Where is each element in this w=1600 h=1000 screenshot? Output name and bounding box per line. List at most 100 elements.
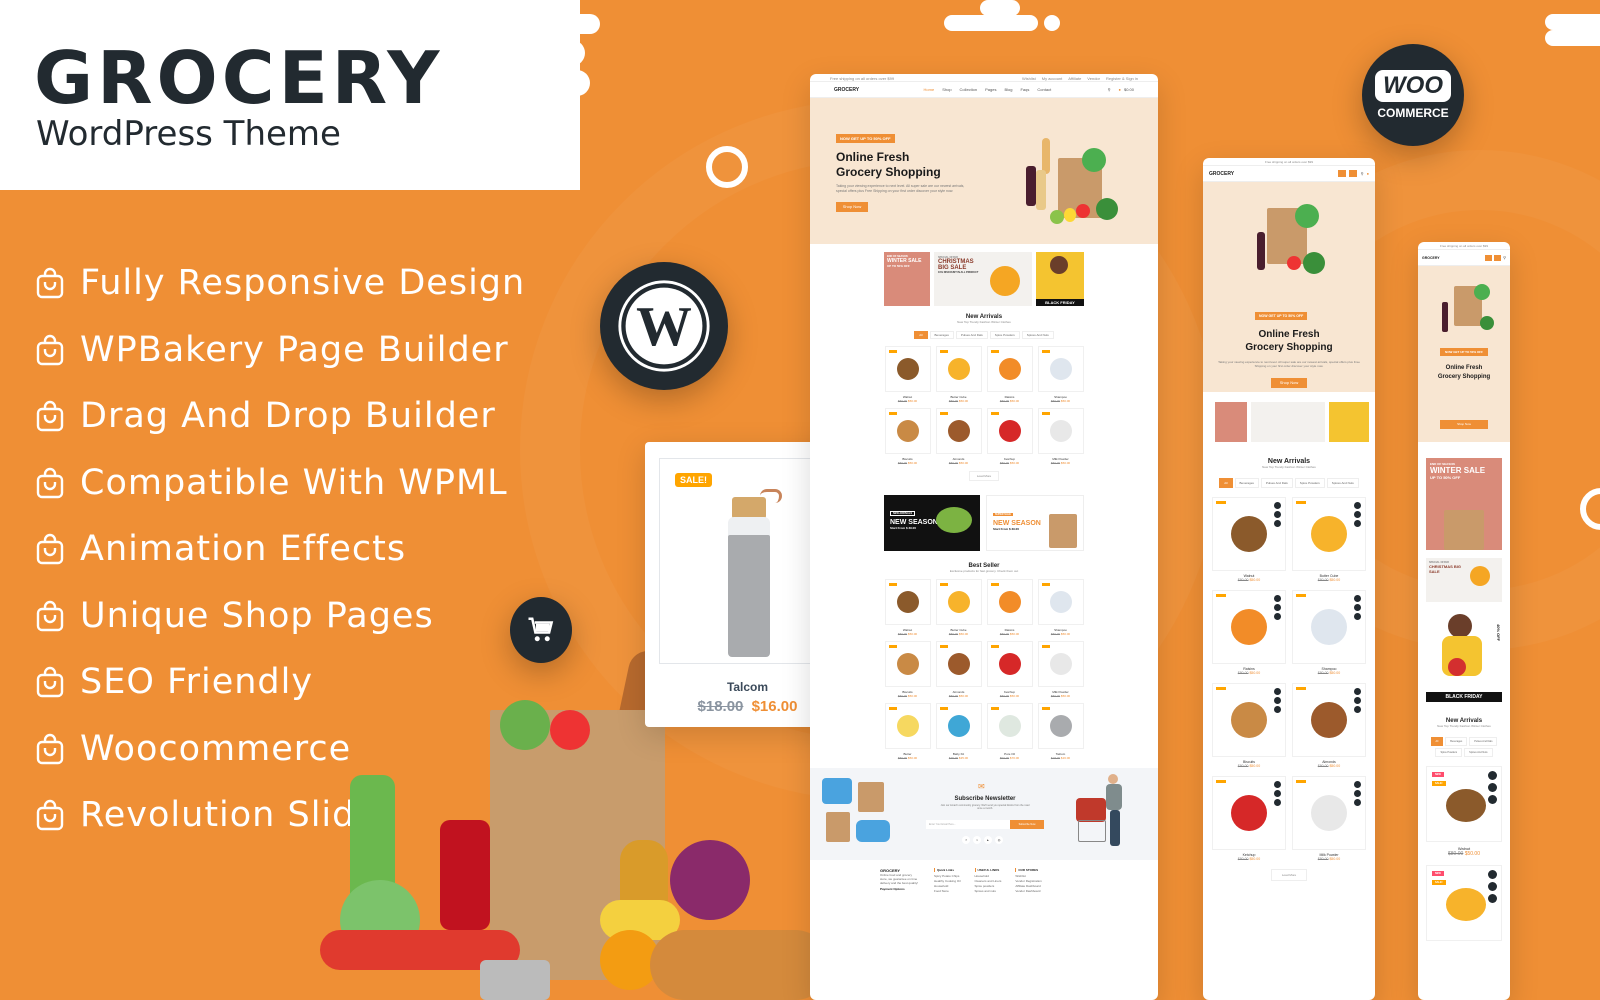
search-icon[interactable]: ⚲ bbox=[1108, 87, 1111, 92]
product-thumbnail[interactable] bbox=[884, 346, 931, 392]
wishlist-icon[interactable] bbox=[1274, 604, 1281, 611]
add-to-cart-icon[interactable] bbox=[1488, 771, 1497, 780]
product-item[interactable]: Butter $80.00 $50.00 bbox=[884, 703, 931, 760]
product-thumbnail[interactable] bbox=[986, 346, 1033, 392]
footer-link[interactable]: Household bbox=[975, 874, 1002, 878]
product-item[interactable]: Talcom $18.00 $16.00 bbox=[1037, 703, 1084, 760]
subscribe-button[interactable]: Subscribe Now bbox=[1010, 820, 1044, 829]
product-thumbnail[interactable] bbox=[935, 579, 982, 625]
site-logo[interactable]: GROCERY bbox=[834, 87, 859, 93]
nav-link[interactable]: Blog bbox=[1004, 87, 1012, 92]
product-item[interactable]: Biscuits $80.00 $50.00 bbox=[1212, 683, 1286, 768]
quick-view-icon[interactable] bbox=[1354, 520, 1361, 527]
christmas-sale-banner[interactable]: SPECIAL OFFER CHRISTMAS BIG SALE bbox=[1426, 558, 1502, 602]
wishlist-icon[interactable] bbox=[1274, 511, 1281, 518]
product-thumbnail[interactable]: NEW SALE! bbox=[1426, 766, 1502, 842]
product-item[interactable]: Ketchup $80.00 $50.00 bbox=[1212, 776, 1286, 861]
wishlist-icon[interactable] bbox=[1354, 511, 1361, 518]
product-item[interactable]: Butter Cube $80.00 $50.00 bbox=[935, 346, 982, 403]
category-tab[interactable]: Spice Powders bbox=[1435, 748, 1463, 757]
add-to-cart-icon[interactable] bbox=[1274, 688, 1281, 695]
product-thumbnail[interactable] bbox=[884, 579, 931, 625]
product-thumbnail[interactable] bbox=[1212, 683, 1286, 757]
add-to-cart-icon[interactable] bbox=[1354, 781, 1361, 788]
footer-link[interactable]: Household bbox=[934, 884, 961, 888]
wishlist-icon[interactable] bbox=[1274, 697, 1281, 704]
email-input[interactable]: Enter Your Email Here... bbox=[926, 820, 1010, 829]
quick-view-icon[interactable] bbox=[1274, 799, 1281, 806]
product-item[interactable]: Butter Cube $80.00 $50.00 bbox=[1292, 497, 1366, 582]
category-tab[interactable]: Spice Powders bbox=[1294, 478, 1325, 488]
product-item[interactable]: Milk Powder $80.00 $50.00 bbox=[1292, 776, 1366, 861]
footer-link[interactable]: Spices and nuts bbox=[975, 889, 1002, 893]
quick-view-icon[interactable] bbox=[1274, 613, 1281, 620]
load-more-button[interactable]: Load More bbox=[969, 471, 999, 481]
product-thumbnail[interactable] bbox=[1037, 641, 1084, 687]
category-tab[interactable]: All bbox=[1430, 737, 1444, 746]
product-thumbnail[interactable] bbox=[1212, 776, 1286, 850]
product-item[interactable]: Walnut $80.00 $50.00 bbox=[884, 346, 931, 403]
footer-link[interactable]: Cleaners and Liners bbox=[975, 879, 1002, 883]
product-thumbnail[interactable] bbox=[884, 641, 931, 687]
black-friday-banner[interactable] bbox=[1329, 402, 1369, 442]
product-thumbnail[interactable] bbox=[1037, 408, 1084, 454]
quick-view-icon[interactable] bbox=[1274, 706, 1281, 713]
product-thumbnail[interactable] bbox=[1292, 590, 1366, 664]
product-thumbnail[interactable] bbox=[986, 579, 1033, 625]
topbar-link[interactable]: Vendor bbox=[1087, 76, 1100, 81]
topbar-link[interactable]: My account bbox=[1042, 76, 1062, 81]
product-item[interactable]: Biscuits $80.00 $50.00 bbox=[884, 641, 931, 698]
category-tab[interactable]: Beverages bbox=[1445, 737, 1468, 746]
quick-view-icon[interactable] bbox=[1354, 706, 1361, 713]
christmas-sale-banner[interactable]: SPECIAL OFFER CHRISTMAS BIG SALE 10% DIS… bbox=[934, 252, 1032, 306]
nav-link[interactable]: Faqs bbox=[1020, 87, 1029, 92]
nav-link[interactable]: Collection bbox=[960, 87, 978, 92]
christmas-sale-banner[interactable] bbox=[1251, 402, 1325, 442]
footer-link[interactable]: Spice powders bbox=[975, 884, 1002, 888]
product-item[interactable]: Almonds $80.00 $50.00 bbox=[935, 408, 982, 465]
footer-link[interactable]: Healthy Cooking Oil bbox=[934, 879, 961, 883]
product-thumbnail[interactable] bbox=[986, 408, 1033, 454]
product-item[interactable]: Pure Oil $90.00 $70.00 bbox=[986, 703, 1033, 760]
winter-sale-banner[interactable] bbox=[1215, 402, 1247, 442]
add-to-cart-icon[interactable] bbox=[1274, 502, 1281, 509]
site-logo[interactable]: GROCERY bbox=[1209, 171, 1234, 177]
category-tab[interactable]: Pulses And Dals bbox=[1260, 478, 1293, 488]
wishlist-icon[interactable] bbox=[1354, 697, 1361, 704]
footer-link[interactable]: Affiliate Dashboard bbox=[1015, 884, 1041, 888]
load-more-button[interactable]: Load More bbox=[1271, 869, 1307, 881]
footer-link[interactable]: Wishlist bbox=[1015, 874, 1041, 878]
product-thumbnail[interactable] bbox=[1292, 683, 1366, 757]
add-to-cart-icon[interactable] bbox=[1354, 595, 1361, 602]
add-to-cart-icon[interactable] bbox=[1354, 688, 1361, 695]
new-season-light-banner[interactable]: SUPER SALE NEW SEASON Start From $ 39.00 bbox=[986, 495, 1084, 551]
product-thumbnail[interactable] bbox=[935, 641, 982, 687]
product-item[interactable]: Walnut $80.00 $50.00 bbox=[884, 579, 931, 636]
product-item[interactable]: Milk Powder $80.00 $50.00 bbox=[1037, 408, 1084, 465]
product-thumbnail[interactable] bbox=[1037, 579, 1084, 625]
youtube-icon[interactable]: ▸ bbox=[984, 836, 992, 844]
product-item[interactable]: Raisins $80.00 $50.00 bbox=[986, 346, 1033, 403]
product-thumbnail[interactable] bbox=[1292, 497, 1366, 571]
product-item[interactable]: Raisins $80.00 $50.00 bbox=[986, 579, 1033, 636]
category-tab[interactable]: Pulses And Dals bbox=[955, 331, 988, 339]
topbar-link[interactable]: Register & Sign in bbox=[1106, 76, 1138, 81]
site-logo[interactable]: GROCERY bbox=[1422, 256, 1440, 260]
quick-view-icon[interactable] bbox=[1354, 799, 1361, 806]
product-item[interactable]: Shampoo $80.00 $50.00 bbox=[1037, 579, 1084, 636]
product-item[interactable]: Ketchup $80.00 $50.00 bbox=[986, 641, 1033, 698]
menu-icon[interactable] bbox=[1337, 170, 1346, 177]
add-to-cart-icon[interactable] bbox=[1274, 595, 1281, 602]
product-item[interactable]: Baby Kit $45.00 $35.00 bbox=[935, 703, 982, 760]
product-thumbnail[interactable] bbox=[935, 703, 982, 749]
category-tab[interactable]: Pulses And Dals bbox=[1469, 737, 1498, 746]
product-item[interactable]: Shampoo $80.00 $50.00 bbox=[1292, 590, 1366, 675]
grid-icon[interactable] bbox=[1494, 254, 1502, 261]
category-tab[interactable]: Spices And Nuts bbox=[1021, 331, 1054, 339]
wishlist-icon[interactable] bbox=[1354, 790, 1361, 797]
category-tab[interactable]: Beverages bbox=[929, 331, 954, 339]
footer-link[interactable]: Vendor Registration bbox=[1015, 879, 1041, 883]
twitter-icon[interactable]: t bbox=[973, 836, 981, 844]
quick-view-icon[interactable] bbox=[1354, 613, 1361, 620]
product-item[interactable]: Milk Powder $80.00 $50.00 bbox=[1037, 641, 1084, 698]
